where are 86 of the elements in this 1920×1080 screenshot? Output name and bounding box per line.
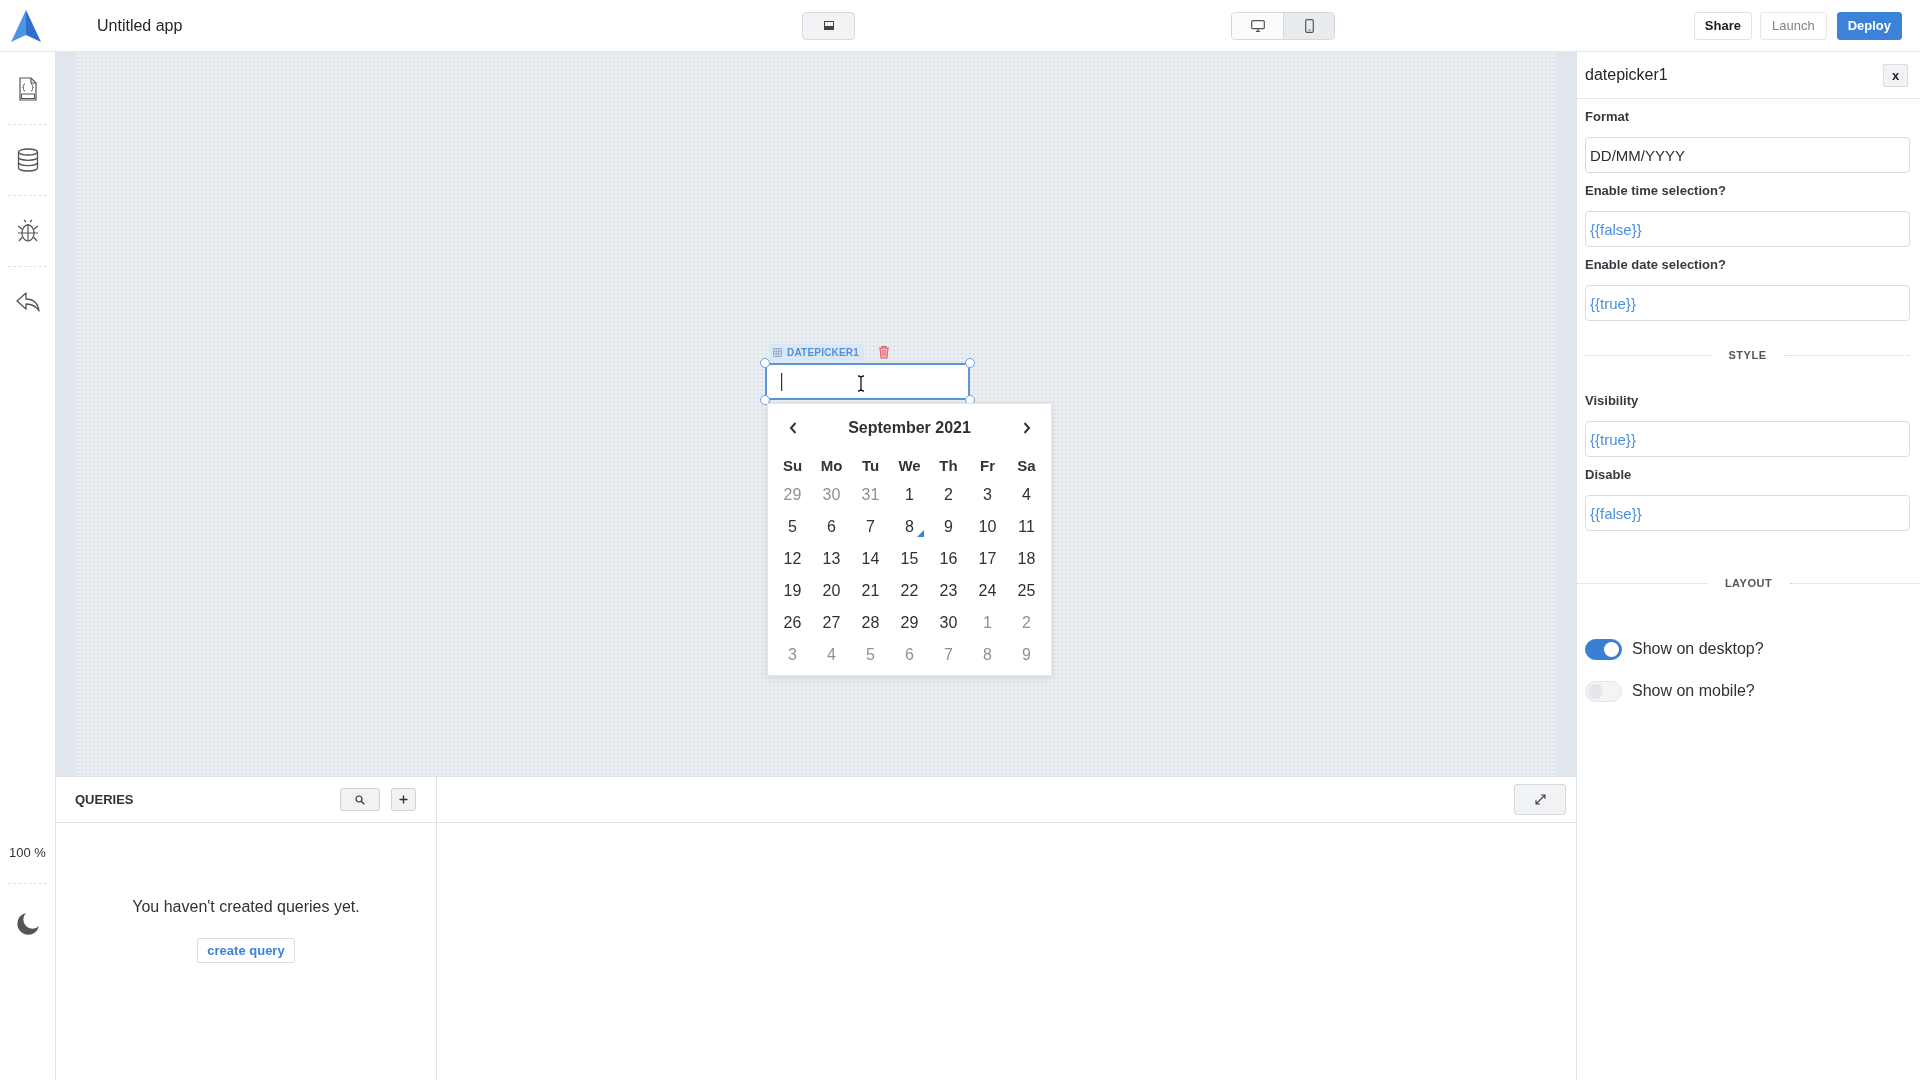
calendar-day[interactable]: 6 (812, 511, 851, 543)
calendar-day[interactable]: 18 (1007, 543, 1046, 575)
calendar-day[interactable]: 4 (1007, 479, 1046, 511)
view-button[interactable] (802, 11, 855, 40)
weekday-label: Sa (1016, 456, 1037, 476)
grid-icon (773, 347, 782, 357)
calendar-day[interactable]: 8 (890, 511, 929, 543)
database-icon[interactable] (16, 148, 39, 172)
calendar-day[interactable]: 20 (812, 575, 851, 607)
create-query-button[interactable]: create query (197, 938, 295, 963)
calendar-day[interactable]: 29 (890, 607, 929, 639)
desktop-button[interactable] (1232, 12, 1283, 39)
month-title: September 2021 (847, 418, 972, 438)
zoom-level: 100 % (9, 844, 46, 860)
panel-icon (823, 21, 834, 30)
calendar-day[interactable]: 16 (929, 543, 968, 575)
header-button[interactable]: Launch (1760, 11, 1827, 40)
logo-icon (10, 8, 42, 43)
chevron-left-icon (788, 422, 797, 434)
moon-icon[interactable] (15, 912, 40, 936)
weekday-label: Fr (979, 456, 996, 476)
calendar-day[interactable]: 22 (890, 575, 929, 607)
search-icon (355, 794, 365, 805)
calendar-day[interactable]: 19 (773, 575, 812, 607)
i-beam-cursor-icon (857, 375, 865, 392)
trash-icon[interactable] (878, 345, 891, 359)
calendar-day[interactable]: 30 (929, 607, 968, 639)
calendar-day[interactable]: 21 (851, 575, 890, 607)
calendar-day[interactable]: 9 (929, 511, 968, 543)
calendar-day[interactable]: 23 (929, 575, 968, 607)
calendar-day[interactable]: 1 (890, 479, 929, 511)
weekday-label: Tu (860, 456, 881, 476)
document-icon[interactable] (17, 77, 38, 101)
panel-title: QUERIES (75, 792, 134, 807)
widget-name: DATEPICKER1 (787, 346, 860, 358)
weekday-label: Th (938, 456, 959, 476)
calendar-day[interactable]: 10 (968, 511, 1007, 543)
weekday-label: Su (781, 456, 804, 476)
calendar-day[interactable]: 2 (929, 479, 968, 511)
calendar-day[interactable]: 7 (851, 511, 890, 543)
chevron-right-icon (1022, 422, 1031, 434)
panel-title: datepicker1 (1585, 66, 1668, 84)
text-caret-icon (781, 373, 783, 391)
field-label: Format (1585, 108, 1631, 126)
calendar-day[interactable]: 13 (812, 543, 851, 575)
monitor-icon (1250, 19, 1265, 32)
calendar-day[interactable]: 14 (851, 543, 890, 575)
calendar-day[interactable]: 26 (773, 607, 812, 639)
calendar-day[interactable]: 17 (968, 543, 1007, 575)
today-marker-icon (916, 530, 924, 537)
add-button[interactable] (391, 788, 416, 811)
close-button[interactable]: x (1883, 63, 1908, 87)
resize-handle[interactable] (965, 358, 975, 368)
mobile-button[interactable] (1283, 12, 1334, 39)
toggle-switch[interactable] (1585, 638, 1622, 660)
plus-icon (399, 795, 408, 804)
toggle-label: Show on mobile? (1632, 682, 1755, 700)
weekday-label: Mo (819, 456, 844, 476)
calendar-day[interactable]: 11 (1007, 511, 1046, 543)
text-field[interactable]: DD/MM/YYYY (1585, 137, 1910, 173)
calendar-day[interactable]: 3 (968, 479, 1007, 511)
undo-icon[interactable] (15, 292, 40, 312)
header-button[interactable]: Share (1693, 11, 1752, 40)
toggle-label: Show on desktop? (1632, 640, 1764, 658)
calendar-day[interactable]: 28 (851, 607, 890, 639)
calendar-day[interactable]: 15 (890, 543, 929, 575)
calendar-day[interactable]: 5 (773, 511, 812, 543)
phone-icon (1304, 18, 1314, 33)
field-label: Disable (1585, 466, 1633, 484)
app-title: Untitled app (97, 16, 183, 35)
calendar-day[interactable]: 12 (773, 543, 812, 575)
expand-icon (1534, 794, 1546, 805)
weekday-label: We (897, 456, 922, 476)
section-heading: LAYOUT (1577, 573, 1920, 593)
section-heading: STYLE (1585, 345, 1910, 365)
calendar-day[interactable]: 25 (1007, 575, 1046, 607)
resize-handle[interactable] (760, 358, 770, 368)
bug-icon[interactable] (16, 219, 39, 243)
field-label: Enable time selection? (1585, 182, 1727, 200)
deploy-button[interactable]: Deploy (1836, 11, 1902, 40)
calendar-day[interactable]: 27 (812, 607, 851, 639)
calendar-day[interactable]: 24 (968, 575, 1007, 607)
search-button[interactable] (340, 788, 380, 811)
field-label: Visibility (1585, 392, 1640, 410)
field-label: Enable date selection? (1585, 256, 1727, 274)
empty-message: You haven't created queries yet. (132, 897, 360, 917)
